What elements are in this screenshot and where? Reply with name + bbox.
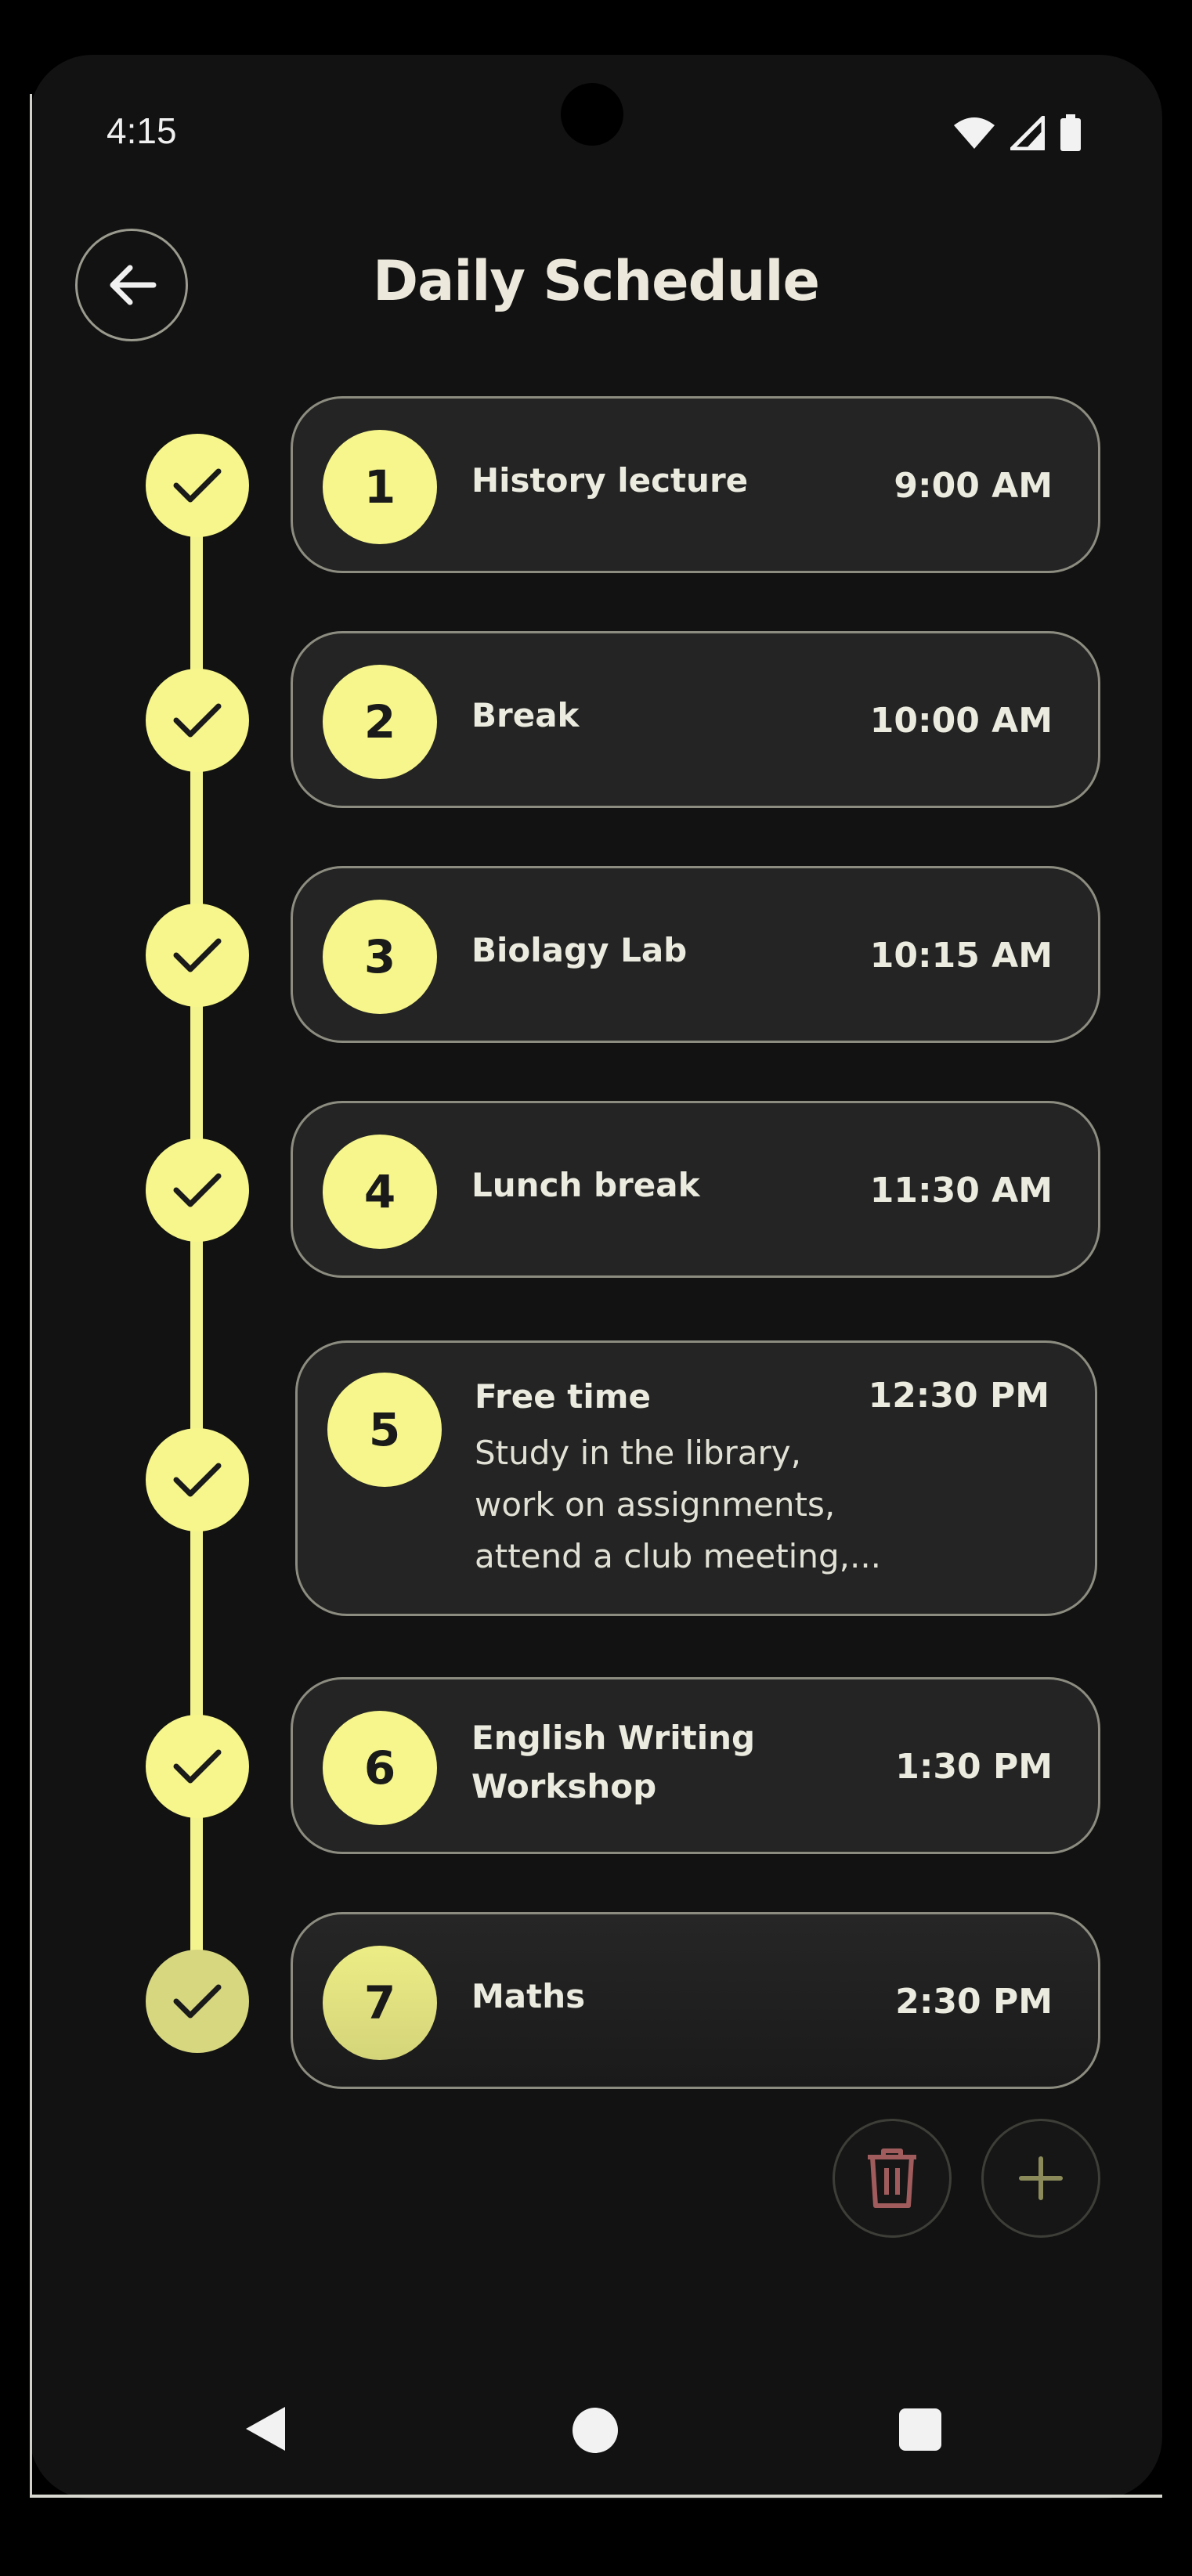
- schedule-card[interactable]: 4 Lunch break 11:30 AM: [291, 1101, 1100, 1278]
- item-number: 7: [323, 1946, 437, 2060]
- item-title: Lunch break: [471, 1166, 700, 1204]
- schedule-card[interactable]: 2 Break 10:00 AM: [291, 631, 1100, 808]
- item-title: Free time: [475, 1377, 652, 1416]
- schedule-card[interactable]: 7 Maths 2:30 PM: [291, 1912, 1100, 2089]
- schedule-card[interactable]: 6 English Writing Workshop 1:30 PM: [291, 1677, 1100, 1854]
- schedule-card[interactable]: 3 Biolagy Lab 10:15 AM: [291, 866, 1100, 1043]
- screen-edge-bottom: [30, 2495, 1162, 2498]
- item-number: 5: [327, 1373, 442, 1487]
- device-frame: 4:15 Daily Schedule 1 History lecture 9:…: [0, 0, 1192, 2576]
- item-title: History lecture: [471, 461, 749, 500]
- item-title: Maths: [471, 1977, 586, 2015]
- battery-icon: [1060, 114, 1081, 151]
- check-icon[interactable]: [146, 904, 249, 1007]
- page-title: Daily Schedule: [373, 249, 820, 313]
- cell-signal-icon: [1010, 116, 1045, 150]
- item-number: 1: [323, 430, 437, 544]
- item-title-line: Workshop: [471, 1767, 657, 1806]
- plus-icon: [1019, 2156, 1063, 2200]
- nav-recents-icon[interactable]: [899, 2408, 941, 2451]
- check-icon[interactable]: [146, 669, 249, 772]
- description-line: work on assignments,: [475, 1485, 836, 1524]
- check-icon[interactable]: [146, 1428, 249, 1532]
- item-title: Biolagy Lab: [471, 931, 688, 969]
- check-icon[interactable]: [146, 1950, 249, 2053]
- wifi-icon: [954, 117, 995, 149]
- item-number: 2: [323, 665, 437, 779]
- schedule-card[interactable]: 5 Free time 12:30 PM Study in the librar…: [295, 1340, 1097, 1616]
- item-time: 10:00 AM: [869, 701, 1053, 741]
- item-title: Break: [471, 696, 580, 734]
- screen-edge: [30, 94, 32, 2498]
- item-time: 1:30 PM: [895, 1747, 1053, 1787]
- description-line: attend a club meeting,...: [475, 1537, 882, 1575]
- item-time: 11:30 AM: [869, 1171, 1053, 1210]
- item-title-line: English Writing: [471, 1719, 756, 1757]
- description-line: Study in the library,: [475, 1434, 802, 1472]
- status-icons: [952, 114, 1082, 152]
- trash-icon: [868, 2148, 916, 2208]
- delete-button[interactable]: [833, 2119, 952, 2238]
- nav-home-icon[interactable]: [573, 2408, 618, 2453]
- item-number: 3: [323, 900, 437, 1014]
- item-number: 6: [323, 1711, 437, 1825]
- nav-back-icon[interactable]: [243, 2404, 288, 2454]
- check-icon[interactable]: [146, 1138, 249, 1242]
- schedule-card[interactable]: 1 History lecture 9:00 AM: [291, 396, 1100, 573]
- item-time: 9:00 AM: [894, 466, 1053, 506]
- item-number: 4: [323, 1135, 437, 1249]
- item-time: 12:30 PM: [868, 1376, 1049, 1416]
- check-icon[interactable]: [146, 434, 249, 537]
- camera-cutout: [561, 83, 623, 146]
- item-description: Study in the library, work on assignment…: [475, 1427, 929, 1582]
- add-button[interactable]: [981, 2119, 1100, 2238]
- status-time: 4:15: [107, 110, 177, 151]
- item-time: 10:15 AM: [869, 936, 1053, 976]
- check-icon[interactable]: [146, 1715, 249, 1818]
- item-time: 2:30 PM: [895, 1982, 1053, 2022]
- item-title: English Writing Workshop: [471, 1714, 832, 1811]
